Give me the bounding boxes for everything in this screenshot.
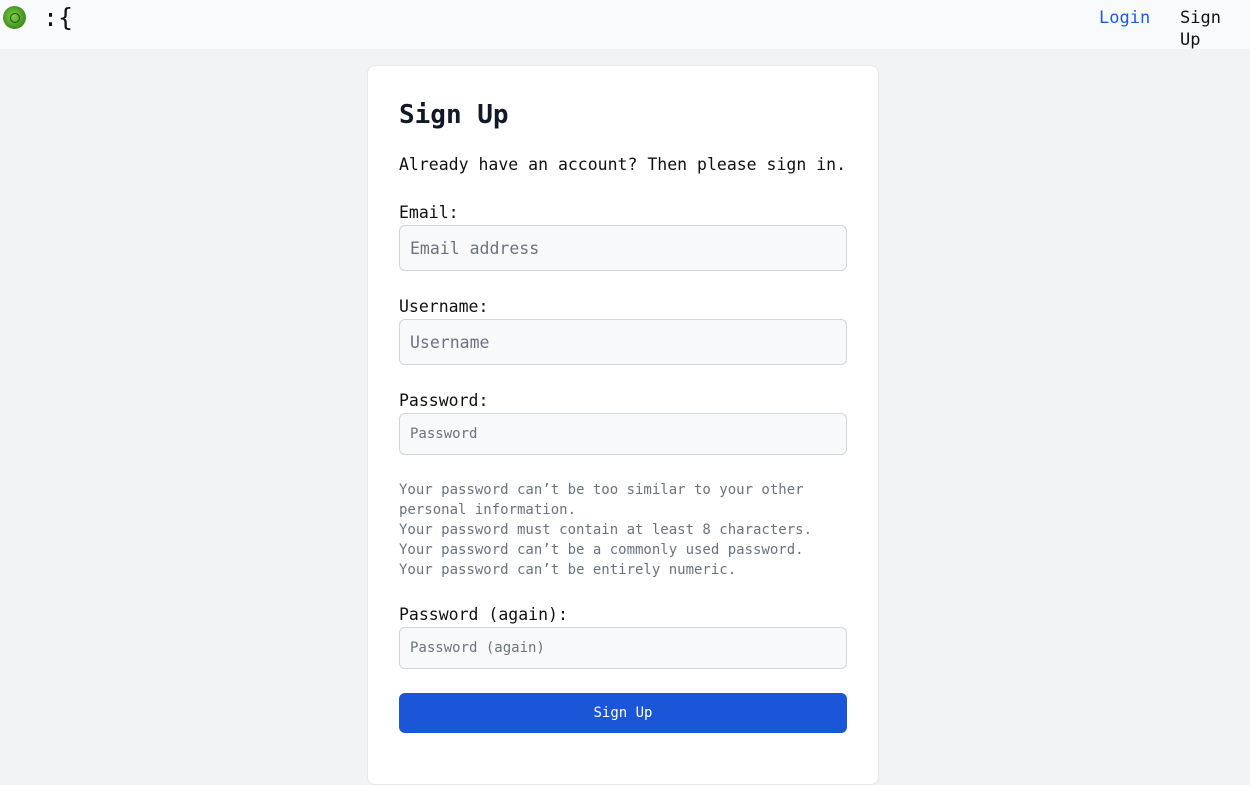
password-help-item: Your password must contain at least 8 ch… xyxy=(399,522,813,538)
password-again-label: Password (again): xyxy=(399,605,568,624)
logo-icon[interactable] xyxy=(3,6,26,29)
password-label: Password: xyxy=(399,391,489,410)
signup-submit-button[interactable]: Sign Up xyxy=(399,693,847,733)
password-again-input[interactable] xyxy=(399,627,847,669)
username-label: Username: xyxy=(399,297,489,316)
password-help-item: Your password can’t be too similar to yo… xyxy=(399,482,804,518)
password-help-item: Your password can’t be a commonly used p… xyxy=(399,542,804,558)
page-title: Sign Up xyxy=(399,100,509,130)
nav-signup-link[interactable]: Sign Up xyxy=(1180,7,1250,51)
brand-text[interactable]: :{ xyxy=(43,2,73,34)
top-navbar: :{ Login Sign Up xyxy=(0,0,1250,51)
signin-prompt: Already have an account? Then please sig… xyxy=(399,155,847,174)
password-help-list: Your password can’t be too similar to yo… xyxy=(399,480,847,580)
email-input[interactable] xyxy=(399,225,847,271)
email-label: Email: xyxy=(399,203,459,222)
password-input[interactable] xyxy=(399,413,847,455)
password-help-item: Your password can’t be entirely numeric. xyxy=(399,562,737,578)
username-input[interactable] xyxy=(399,319,847,365)
nav-login-link[interactable]: Login xyxy=(1099,7,1150,29)
